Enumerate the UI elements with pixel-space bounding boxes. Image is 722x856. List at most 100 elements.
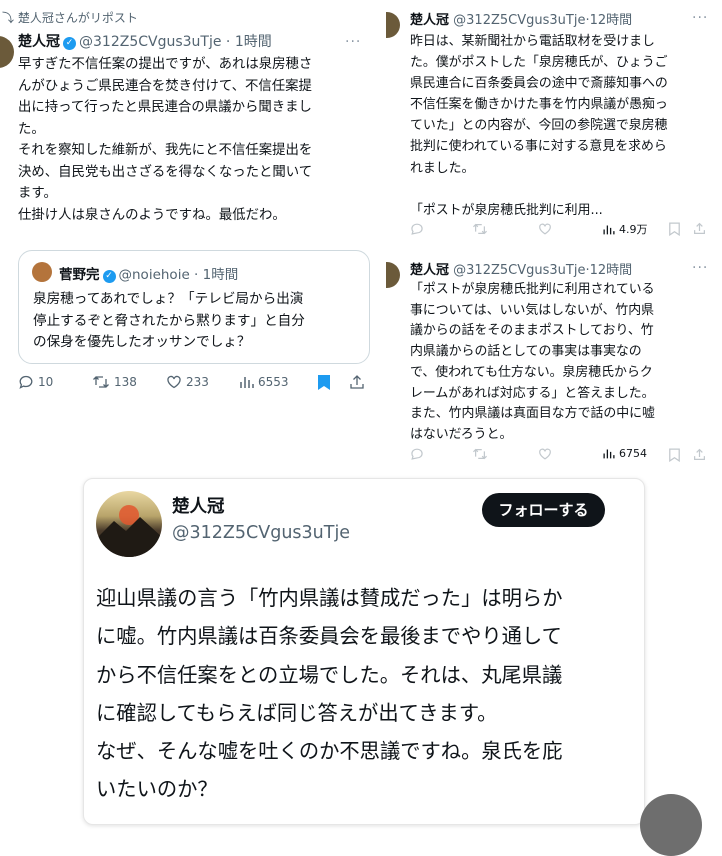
author-name[interactable]: 楚人冠 [172,493,225,518]
repost-count: 138 [114,375,137,389]
views-count: 6553 [258,375,289,389]
body-line: それを察知した維新が、我先にと不信任案提出を [18,143,313,158]
post-time[interactable]: 1時間 [235,34,272,50]
body-line: 「ポストが泉房穂氏批判に利用されている [410,282,655,297]
body-line: いたいのか？ [96,777,218,802]
action-bar [410,222,710,238]
body-line: た。 [18,121,45,137]
quote-author-handle: @noiehoie [118,267,190,283]
post-time[interactable]: 12時間 [590,13,633,28]
right-bottom-tweet-panel[interactable]: 楚人冠 @312Z5CVgus3uTje·12時間 ··· 「ポストが泉房穂氏批… [386,252,722,470]
post-body: 昨日は、某新聞社から電話取材を受けまし た。僕がポストした「泉房穂氏が、ひょうご… [410,31,716,221]
body-line: から不信任案をとの立場でした。それは、丸尾県議 [96,662,563,687]
body-line: はないだろうと。 [410,426,513,442]
body-line: た。僕がポストした「泉房穂氏が、ひょうご [410,55,668,71]
author-handle[interactable]: @312Z5CVgus3uTje [453,13,585,28]
quote-line: の保身を優先したオッサンでしょ？ [33,334,251,350]
body-line: 県民連合に百条委員会の途中で斎藤知事への [410,76,668,92]
author-row: 楚人冠 @312Z5CVgus3uTje·12時間 [410,13,633,28]
views-button[interactable]: 4.9万 [603,221,648,237]
body-line: 出に持って行ったと県民連合の県議から聞きまし [18,100,312,115]
follow-button[interactable]: フォローする [482,493,605,527]
share-icon[interactable] [693,448,706,461]
bottom-tweet-card[interactable]: 楚人冠 @312Z5CVgus3uTje フォローする 迎山県議の言う「竹内県議… [83,478,645,825]
floating-action-button[interactable] [640,794,702,856]
author-row: 楚人冠 ✓ @312Z5CVgus3uTje · 1時間 [18,34,272,50]
share-button[interactable] [349,374,365,390]
views-count: 6754 [619,447,647,460]
like-icon[interactable] [538,447,552,461]
share-icon[interactable] [693,222,706,235]
author-avatar[interactable] [386,262,400,288]
reply-count: 10 [38,375,54,389]
post-time[interactable]: 12時間 [590,263,633,278]
views-button[interactable]: 6553 [240,374,289,390]
more-icon[interactable]: ··· [692,10,708,26]
repost-label: 楚人冠さんがリポスト [17,11,138,25]
bookmark-button[interactable] [317,374,331,391]
share-icon [350,375,364,389]
avatar-illustration [96,505,162,557]
repost-icon[interactable] [472,222,488,236]
body-line: また、竹内県議は真面目な方で話の中に嘘 [410,406,655,422]
body-line: ていた」との内容が、今回の参院選で泉房穂 [410,118,668,134]
views-icon [603,224,615,234]
like-icon[interactable] [538,222,552,236]
post-body: 「ポストが泉房穂氏批判に利用されている 事については、いい気はしないが、竹内県 … [410,280,716,446]
quote-author-name: 菅野完 [59,267,100,283]
views-icon [603,449,615,459]
author-avatar[interactable] [0,36,14,68]
body-line: に嘘。竹内県議は百条委員会を最後までやり通して [96,624,562,649]
right-top-tweet-panel[interactable]: 楚人冠 @312Z5CVgus3uTje·12時間 ··· 昨日は、某新聞社から… [386,0,722,245]
reply-icon[interactable] [410,222,424,236]
author-row: 楚人冠 @312Z5CVgus3uTje·12時間 [410,263,633,278]
like-icon [167,375,181,389]
repost-icon [93,376,109,388]
author-name[interactable]: 楚人冠 [18,34,60,50]
left-tweet-panel[interactable]: ⤵ 楚人冠さんがリポスト 楚人冠 ✓ @312Z5CVgus3uTje · 1時間 … [0,0,380,400]
quote-line: 泉房穂ってあれでしょ？「テレビ局から出演 [33,291,304,307]
body-line: 議からの話をそのままポストしており、竹 [410,323,654,339]
repost-icon: ⤵ [2,11,15,25]
body-line: 迎山県議の言う「竹内県議は賛成だった」は明らか [96,586,563,610]
author-handle[interactable]: @312Z5CVgus3uTje [79,34,221,50]
more-icon[interactable]: ··· [692,260,708,276]
quote-body: 泉房穂ってあれでしょ？「テレビ局から出演 停止するぞと脅されたから黙ります」と自… [33,289,363,354]
quote-author-row: 菅野完 ✓ @noiehoie · 1時間 [59,267,239,283]
more-icon[interactable]: ··· [345,34,361,50]
views-count: 4.9万 [619,223,648,236]
body-line: れました。 [410,160,475,176]
post-body: 迎山県議の言う「竹内県議は賛成だった」は明らか に嘘。竹内県議は百条委員会を最後… [96,579,632,809]
trailing-actions [669,447,719,463]
views-icon [240,377,254,388]
author-handle[interactable]: @312Z5CVgus3uTje [172,523,350,543]
body-line: 仕掛け人は泉さんのようですね。最低だわ。 [18,207,286,223]
reply-icon [19,375,33,389]
like-button[interactable]: 233 [166,374,209,390]
bookmark-icon [318,375,330,390]
views-button[interactable]: 6754 [603,447,647,460]
reply-button[interactable]: 10 [18,374,53,390]
body-line: なぜ、そんな嘘を吐くのか不思議ですね。泉氏を庇 [96,739,563,764]
repost-icon[interactable] [472,447,488,461]
quote-author-avatar [32,262,52,282]
author-avatar[interactable] [96,491,162,557]
body-line: 批判に使われている事に対する意見を求めら [410,139,667,155]
repost-button[interactable]: 138 [92,374,137,390]
body-line: 決め、自民党も出さざるを得なくなったと聞いて [18,164,313,180]
author-avatar[interactable] [386,12,400,38]
body-line: に確認してもらえば同じ答えが出てきます。 [96,700,498,725]
body-line: 「ポストが泉房穂氏批判に利用... [410,202,603,218]
bookmark-icon[interactable] [669,222,680,236]
quote-time: 1時間 [202,267,239,283]
reply-icon[interactable] [410,447,424,461]
bookmark-icon[interactable] [669,448,680,462]
body-line: 不信任案を働きかけた事を竹内県議が愚痴っ [410,97,668,113]
author-name[interactable]: 楚人冠 [410,13,449,28]
body-line: ます。 [18,186,57,201]
author-name[interactable]: 楚人冠 [410,263,449,278]
body-line: 昨日は、某新聞社から電話取材を受けまし [410,34,655,49]
body-line: んがひょうご県民連合を焚き付けて、不信任案提 [18,78,312,94]
author-handle[interactable]: @312Z5CVgus3uTje [453,263,585,278]
quote-card[interactable]: 菅野完 ✓ @noiehoie · 1時間 泉房穂ってあれでしょ？「テレビ局から出演… [18,250,370,364]
